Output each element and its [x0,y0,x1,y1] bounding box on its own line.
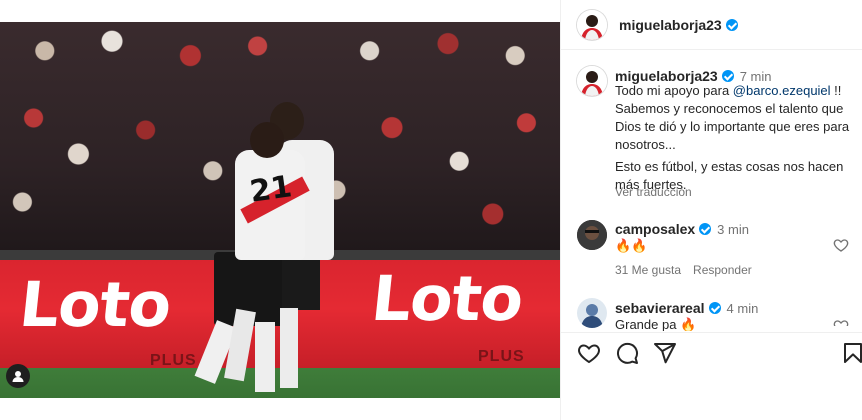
board-logo-left: Loto [16,268,175,341]
comment-text: Grande pa 🔥 [615,317,697,331]
avatar[interactable] [577,10,607,40]
mention-link[interactable]: @barco.ezequiel [733,83,831,98]
heart-icon[interactable] [833,237,849,253]
post-header: miguelaborja23 [561,0,862,50]
verified-icon [699,223,712,235]
heart-icon[interactable] [577,341,601,365]
tag-user-icon[interactable] [6,364,30,388]
player-leg [280,308,298,388]
post-side-panel: miguelaborja23 miguelaborja23 7 min Todo … [560,0,862,420]
comment-meta: 31 Me gusta Responder [615,263,764,277]
share-icon[interactable] [653,341,677,365]
board-plus-left: PLUS [150,352,197,369]
avatar[interactable] [577,220,607,250]
player-leg [255,322,275,392]
comment-time: 4 min [726,301,759,316]
verified-icon [721,70,734,82]
jersey-number: 21 [247,169,294,210]
verified-icon [725,19,738,31]
avatar[interactable] [577,298,607,328]
post-photo[interactable]: 21 [0,22,560,398]
player-shorts [282,254,320,310]
comment-likes[interactable]: 31 Me gusta [615,263,681,277]
verified-icon [708,302,721,314]
comment-username[interactable]: camposalex 3 min [615,221,749,237]
see-translation-link[interactable]: Ver traducción [615,185,692,199]
comment-username[interactable]: sebavierareal 4 min [615,300,758,316]
avatar[interactable] [577,66,607,96]
player-head [250,122,284,158]
bookmark-icon[interactable] [841,341,862,365]
post-actions [561,332,862,372]
board-plus-right: PLUS [478,348,525,365]
comment-time: 3 min [717,222,749,237]
comment-text: 🔥🔥 [615,238,648,253]
caption-text: Todo mi apoyo para @barco.ezequiel !! Sa… [615,82,855,194]
header-username[interactable]: miguelaborja23 [619,17,738,33]
comment-icon[interactable] [615,341,639,365]
board-logo-right: Loto [368,262,527,335]
reply-button[interactable]: Responder [693,263,752,277]
